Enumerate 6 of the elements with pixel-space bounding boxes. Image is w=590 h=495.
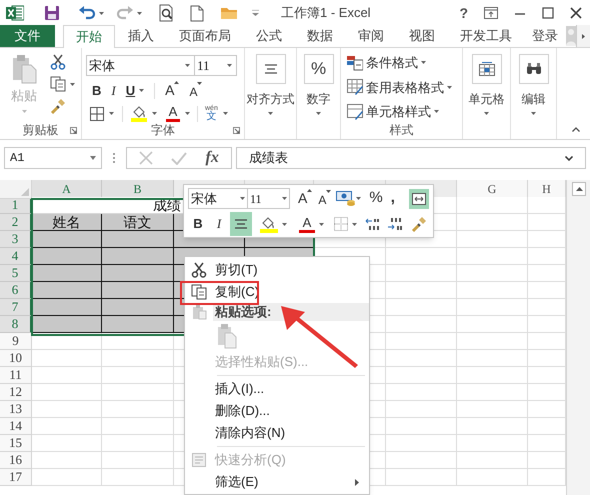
window-title: 工作簿1 - Excel (281, 4, 371, 22)
group-label: 剪贴板 (22, 122, 58, 139)
group-label: 样式 (390, 122, 414, 139)
cell-text: 姓名 (52, 212, 80, 232)
cell-text: 语文 (124, 212, 152, 232)
group-label: 字体 (151, 122, 175, 139)
